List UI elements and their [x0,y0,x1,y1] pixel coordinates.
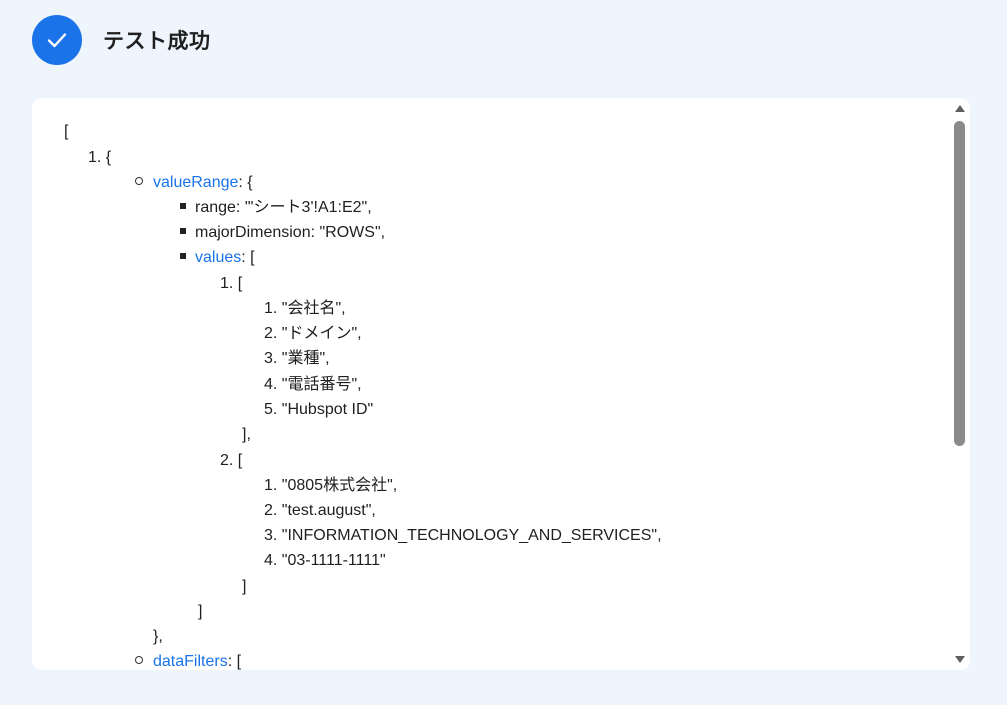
list-item: 2. "ドメイン", [264,325,362,342]
list-item: 3. "INFORMATION_TECHNOLOGY_AND_SERVICES"… [264,527,662,544]
result-header: テスト成功 [32,15,211,65]
majorDimension-text: majorDimension: "ROWS", [195,224,386,241]
values-close: ] [198,603,203,620]
list-item: 2. "test.august", [264,502,376,519]
scrollbar-thumb[interactable] [954,121,965,446]
values-suffix: : [ [241,249,255,266]
list-item: 4. "03-1111-1111" [264,552,386,569]
valueRange-key-link[interactable]: valueRange [153,174,238,191]
vertical-scrollbar[interactable] [950,98,970,670]
valueRange-line: valueRange: { [135,173,253,193]
values-key-link[interactable]: values [195,249,241,266]
valueRange-close: }, [153,628,163,645]
success-status-badge [32,15,82,65]
circle-bullet-icon [135,655,143,664]
scroll-up-arrow-icon[interactable] [955,105,965,112]
dataFilters-key-link[interactable]: dataFilters [153,653,228,670]
page-title: テスト成功 [103,30,211,53]
square-bullet-icon [180,202,186,209]
row2-open: 2. [ [220,452,243,469]
list-item: 1. "会社名", [264,300,346,317]
json-output-panel[interactable]: [ 1. { valueRange: { range: "'シート3'!A1:E… [32,98,970,670]
range-line: range: "'シート3'!A1:E2", [180,198,372,218]
list-item-1-open: 1. { [88,149,112,166]
dataFilters-line: dataFilters: [ [135,652,241,670]
range-text: range: "'シート3'!A1:E2", [195,199,372,216]
majorDimension-line: majorDimension: "ROWS", [180,223,385,243]
dataFilters-suffix: : [ [227,653,242,670]
row1-close: ], [242,426,251,443]
check-icon [47,33,67,48]
json-tree: [ 1. { valueRange: { range: "'シート3'!A1:E… [32,98,950,670]
values-line: values: [ [180,248,255,268]
scroll-down-arrow-icon[interactable] [955,656,965,663]
square-bullet-icon [180,252,186,259]
circle-bullet-icon [135,176,143,185]
row2-close: ] [242,578,247,595]
list-item: 5. "Hubspot ID" [264,401,374,418]
list-item: 3. "業種", [264,350,330,367]
valueRange-suffix: : { [238,174,253,191]
square-bullet-icon [180,227,186,234]
open-bracket: [ [64,123,69,140]
list-item: 4. "電話番号", [264,376,362,393]
list-item: 1. "0805株式会社", [264,477,398,494]
row1-open: 1. [ [220,275,243,292]
